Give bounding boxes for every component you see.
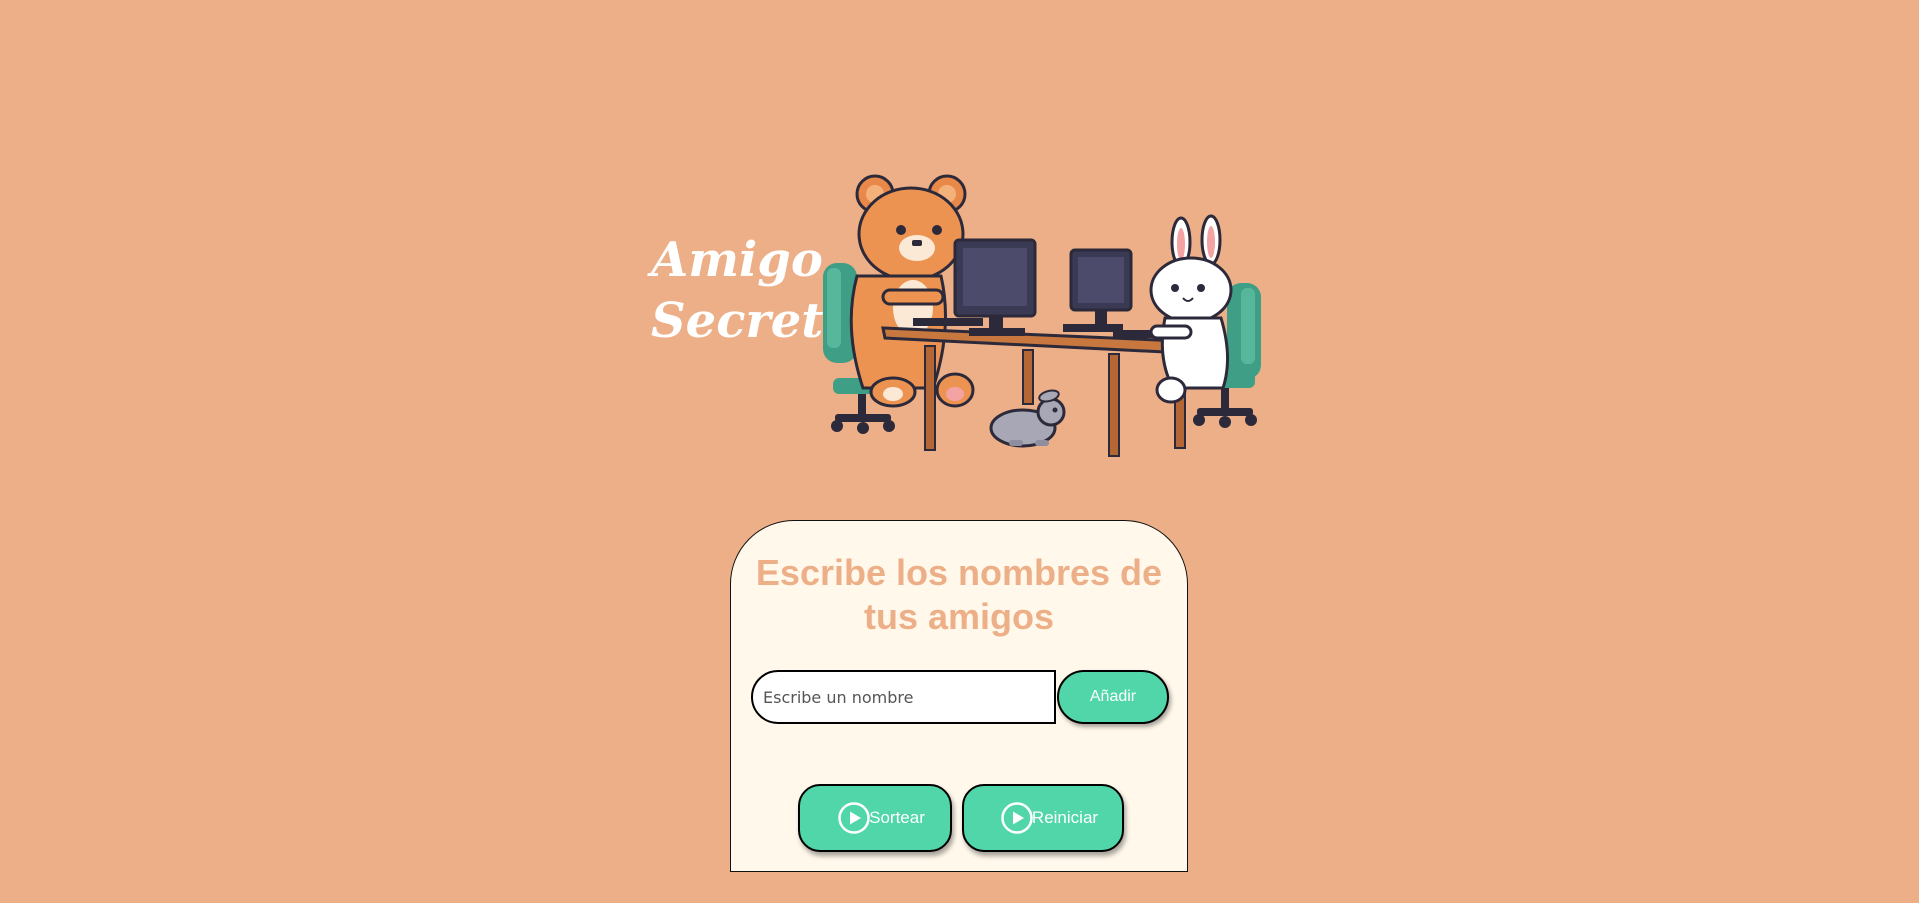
sortear-button-label: Sortear xyxy=(869,808,925,827)
reiniciar-button[interactable]: Reiniciar xyxy=(962,784,1124,852)
add-button[interactable]: Añadir xyxy=(1057,670,1169,724)
bunny-icon xyxy=(1149,214,1233,404)
play-circle-icon xyxy=(1001,802,1033,834)
page-title-line1: Amigo xyxy=(651,232,823,288)
friends-card: Escribe los nombres de tus amigos Añadir… xyxy=(730,520,1188,872)
page-title: Amigo Secreto xyxy=(651,230,855,352)
reiniciar-button-label: Reiniciar xyxy=(1031,808,1099,827)
hero-illustration-icon xyxy=(823,174,1261,457)
play-circle-icon xyxy=(838,802,870,834)
sortear-button[interactable]: Sortear xyxy=(798,784,952,852)
header: Amigo Secreto xyxy=(0,0,1919,500)
card-heading: Escribe los nombres de tus amigos xyxy=(755,552,1163,637)
name-input[interactable] xyxy=(751,670,1056,724)
